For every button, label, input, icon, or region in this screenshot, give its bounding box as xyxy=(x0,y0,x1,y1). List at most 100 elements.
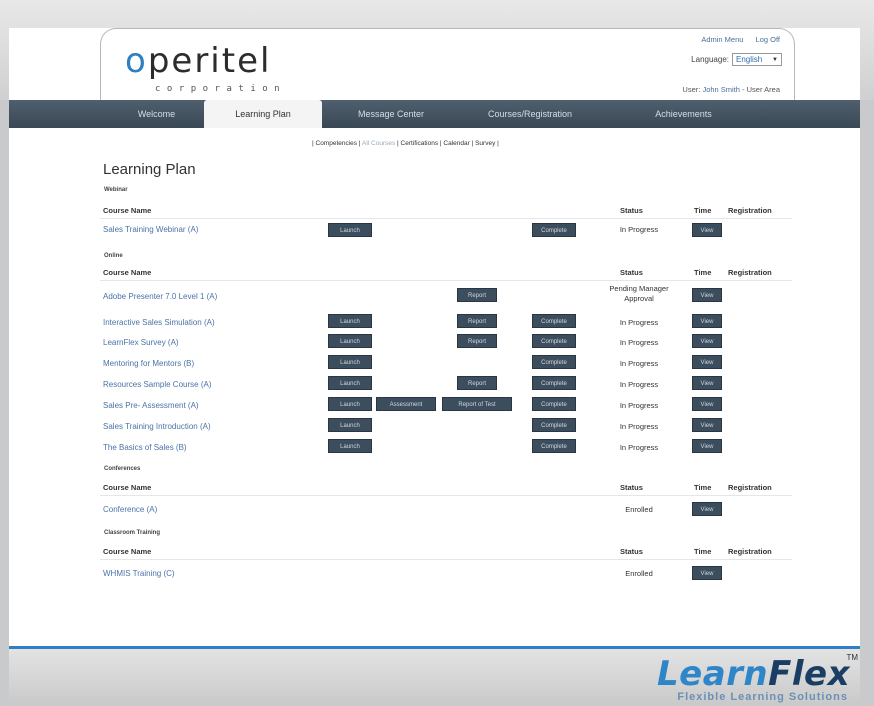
course-link-the-basics-of-sales[interactable]: The Basics of Sales (B) xyxy=(103,443,187,452)
learnflex-logo: LearnFlex xyxy=(657,654,850,694)
report-button[interactable]: Report xyxy=(457,376,497,390)
launch-button[interactable]: Launch xyxy=(328,376,372,390)
course-link-learnflex-survey[interactable]: LearnFlex Survey (A) xyxy=(103,338,179,347)
section-label-webinar: Webinar xyxy=(104,187,128,193)
assessment-button[interactable]: Assessment xyxy=(376,397,436,411)
complete-button[interactable]: Complete xyxy=(532,376,576,390)
tab-learning-plan[interactable]: Learning Plan xyxy=(204,100,322,128)
column-header-time: Time xyxy=(694,268,712,277)
view-button[interactable]: View xyxy=(692,355,722,369)
course-link-sales-training-webinar[interactable]: Sales Training Webinar (A) xyxy=(103,225,198,234)
section-label-online: Online xyxy=(104,253,123,259)
admin-menu-link[interactable]: Admin Menu xyxy=(701,35,743,44)
view-button[interactable]: View xyxy=(692,288,722,302)
user-name-link[interactable]: John Smith xyxy=(702,85,740,94)
report-of-test-button[interactable]: Report of Test xyxy=(442,397,512,411)
status-text: In Progress xyxy=(619,225,659,234)
view-button[interactable]: View xyxy=(692,334,722,348)
column-header-time: Time xyxy=(694,206,712,215)
launch-button[interactable]: Launch xyxy=(328,418,372,432)
column-header-time: Time xyxy=(694,547,712,556)
complete-button[interactable]: Complete xyxy=(532,355,576,369)
view-button[interactable]: View xyxy=(692,439,722,453)
column-header-course-name: Course Name xyxy=(103,206,152,215)
view-button[interactable]: View xyxy=(692,566,722,580)
course-link-mentoring-for-mentors[interactable]: Mentoring for Mentors (B) xyxy=(103,359,194,368)
user-label: User: xyxy=(682,85,701,94)
complete-button[interactable]: Complete xyxy=(532,334,576,348)
language-row: Language: English ▼ xyxy=(691,53,782,66)
launch-button[interactable]: Launch xyxy=(328,397,372,411)
view-button[interactable]: View xyxy=(692,502,722,516)
subnav-competencies[interactable]: | Competencies | xyxy=(312,140,361,147)
column-header-course-name: Course Name xyxy=(103,268,152,277)
launch-button[interactable]: Launch xyxy=(328,355,372,369)
status-text: In Progress xyxy=(619,401,659,410)
column-header-registration: Registration xyxy=(728,547,772,556)
complete-button[interactable]: Complete xyxy=(532,439,576,453)
column-header-registration: Registration xyxy=(728,483,772,492)
brand-flex: Flex xyxy=(768,654,850,694)
column-header-status: Status xyxy=(620,268,643,277)
view-button[interactable]: View xyxy=(692,397,722,411)
status-text: In Progress xyxy=(619,422,659,431)
top-links: Admin Menu Log Off xyxy=(691,35,780,44)
complete-button[interactable]: Complete xyxy=(532,314,576,328)
subnav-all-courses[interactable]: All Courses xyxy=(361,140,398,147)
complete-button[interactable]: Complete xyxy=(532,397,576,411)
course-link-conference[interactable]: Conference (A) xyxy=(103,505,157,514)
status-text: In Progress xyxy=(619,443,659,452)
launch-button[interactable]: Launch xyxy=(328,223,372,237)
course-link-adobe-presenter[interactable]: Adobe Presenter 7.0 Level 1 (A) xyxy=(103,292,217,301)
complete-button[interactable]: Complete xyxy=(532,418,576,432)
log-off-link[interactable]: Log Off xyxy=(756,35,780,44)
column-header-status: Status xyxy=(620,206,643,215)
tab-achievements[interactable]: Achievements xyxy=(600,100,767,128)
status-text: In Progress xyxy=(619,359,659,368)
language-label: Language: xyxy=(691,55,729,64)
user-area-label: - User Area xyxy=(742,85,780,94)
column-header-registration: Registration xyxy=(728,268,772,277)
tab-courses-registration[interactable]: Courses/Registration xyxy=(460,100,600,128)
launch-button[interactable]: Launch xyxy=(328,334,372,348)
column-header-status: Status xyxy=(620,483,643,492)
view-button[interactable]: View xyxy=(692,376,722,390)
view-button[interactable]: View xyxy=(692,418,722,432)
main-nav: Welcome Learning Plan Message Center Cou… xyxy=(9,100,860,128)
tab-welcome[interactable]: Welcome xyxy=(109,100,204,128)
subnav-rest[interactable]: | Certifications | Calendar | Survey | xyxy=(397,140,499,147)
complete-button[interactable]: Complete xyxy=(532,223,576,237)
status-text: Enrolled xyxy=(625,505,653,514)
brand-learn: Learn xyxy=(656,654,769,694)
report-button[interactable]: Report xyxy=(457,314,497,328)
divider xyxy=(100,559,792,560)
language-value: English xyxy=(736,55,763,64)
logo-subtitle: corporation xyxy=(155,84,287,94)
user-info: User: John Smith - User Area xyxy=(682,85,780,94)
course-link-whmis-training[interactable]: WHMIS Training (C) xyxy=(103,569,175,578)
course-link-resources-sample-course[interactable]: Resources Sample Course (A) xyxy=(103,380,211,389)
section-label-classroom-training: Classroom Training xyxy=(104,530,161,536)
language-select[interactable]: English ▼ xyxy=(732,53,782,66)
chevron-down-icon: ▼ xyxy=(772,56,778,63)
trademark-mark: TM xyxy=(846,653,858,662)
site-header: operitel corporation Admin Menu Log Off … xyxy=(100,28,795,100)
main-content: | Competencies | All Courses | Certifica… xyxy=(100,128,795,628)
status-text: In Progress xyxy=(619,380,659,389)
tab-message-center[interactable]: Message Center xyxy=(322,100,460,128)
course-link-interactive-sales-simulation[interactable]: Interactive Sales Simulation (A) xyxy=(103,318,215,327)
course-link-sales-pre-assessment[interactable]: Sales Pre- Assessment (A) xyxy=(103,401,199,410)
divider xyxy=(100,280,792,281)
view-button[interactable]: View xyxy=(692,314,722,328)
sub-navigation: | Competencies | All Courses | Certifica… xyxy=(312,140,499,147)
footer-tagline: Flexible Learning Solutions xyxy=(677,691,848,703)
view-button[interactable]: View xyxy=(692,223,722,237)
status-text: In Progress xyxy=(619,318,659,327)
column-header-registration: Registration xyxy=(728,206,772,215)
divider xyxy=(100,495,792,496)
report-button[interactable]: Report xyxy=(457,334,497,348)
launch-button[interactable]: Launch xyxy=(328,439,372,453)
report-button[interactable]: Report xyxy=(457,288,497,302)
course-link-sales-training-introduction[interactable]: Sales Training Introduction (A) xyxy=(103,422,211,431)
launch-button[interactable]: Launch xyxy=(328,314,372,328)
